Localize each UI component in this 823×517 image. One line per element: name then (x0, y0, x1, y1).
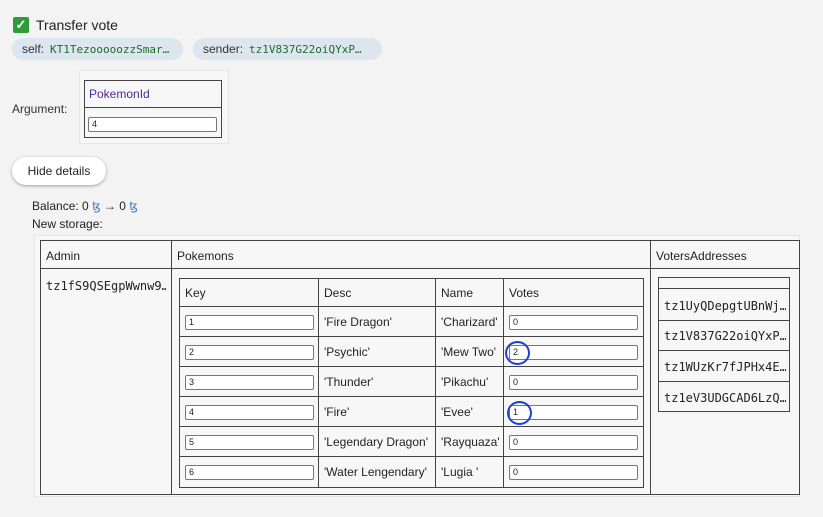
pokemon-votes-input[interactable]: 0 (509, 435, 638, 450)
annotation-circle (505, 341, 530, 365)
sender-pill: sender: tz1V837G22oiQYxP… (193, 38, 382, 60)
success-check-icon: ✓ (13, 17, 29, 33)
self-label: self: (22, 42, 45, 56)
tez-icon: ꜩ (129, 199, 138, 213)
admin-address[interactable]: tz1fS9QSEgpWwnw9… (46, 279, 166, 293)
voter-address[interactable]: tz1WUzKr7fJPHx4E… (664, 360, 786, 374)
pokemon-votes-input[interactable]: 0 (509, 375, 638, 390)
pokemon-desc: 'Fire' (324, 405, 350, 419)
pokemon-key-input[interactable]: 3 (185, 375, 314, 390)
pokemon-key-input[interactable]: 2 (185, 345, 314, 360)
pokemon-name: 'Rayquaza' (441, 435, 500, 449)
sender-label: sender: (203, 42, 244, 56)
balance-after: → 0 (103, 199, 126, 213)
operation-title: Transfer vote (36, 17, 118, 33)
voter-address[interactable]: tz1UyQDepgtUBnWj… (664, 299, 786, 313)
self-address[interactable]: KT1TezooooozzSmar… (50, 43, 169, 56)
name-header: Name (441, 286, 474, 300)
key-header: Key (185, 286, 206, 300)
pokemon-key-input[interactable]: 6 (185, 465, 314, 480)
pokemon-desc: 'Fire Dragon' (324, 315, 392, 329)
pokemon-name: 'Pikachu' (441, 375, 489, 389)
pokemon-key-input[interactable]: 4 (185, 405, 314, 420)
voter-address[interactable]: tz1V837G22oiQYxP… (664, 329, 786, 343)
pokemon-name: 'Evee' (441, 405, 473, 419)
sender-address[interactable]: tz1V837G22oiQYxP… (249, 43, 362, 56)
argument-column-header: PokemonId (85, 81, 221, 108)
balance-line: Balance: 0 ꜩ → 0 ꜩ (32, 199, 138, 213)
pokemons-header: Pokemons (177, 249, 234, 263)
pokemon-votes-input[interactable]: 0 (509, 315, 638, 330)
annotation-circle (507, 401, 532, 425)
voter-address[interactable]: tz1eV3UDGCAD6LzQ… (664, 391, 786, 405)
pokemon-desc: 'Psychic' (324, 345, 370, 359)
pokemon-name: 'Lugia ' (441, 465, 479, 479)
self-pill: self: KT1TezooooozzSmar… (12, 38, 183, 60)
pokemon-key-input[interactable]: 1 (185, 315, 314, 330)
pokemon-name: 'Charizard' (441, 315, 498, 329)
votes-header: Votes (509, 286, 540, 300)
pokemon-desc: 'Thunder' (324, 375, 374, 389)
admin-header: Admin (46, 249, 81, 263)
pokemon-key-input[interactable]: 5 (185, 435, 314, 450)
hide-details-button[interactable]: Hide details (12, 157, 106, 185)
new-storage-label: New storage: (32, 217, 103, 231)
desc-header: Desc (324, 286, 352, 300)
argument-label: Argument: (12, 102, 68, 116)
argument-table: PokemonId 4 (84, 80, 222, 138)
pokemon-id-input[interactable]: 4 (88, 117, 217, 132)
pokemon-desc: 'Legendary Dragon' (324, 435, 428, 449)
balance-label: Balance: 0 (32, 199, 89, 213)
pokemon-name: 'Mew Two' (441, 345, 497, 359)
pokemon-votes-input[interactable]: 0 (509, 465, 638, 480)
voters-header: VotersAddresses (656, 249, 747, 263)
pokemon-desc: 'Water Lengendary' (324, 465, 427, 479)
tez-icon: ꜩ (92, 199, 101, 213)
